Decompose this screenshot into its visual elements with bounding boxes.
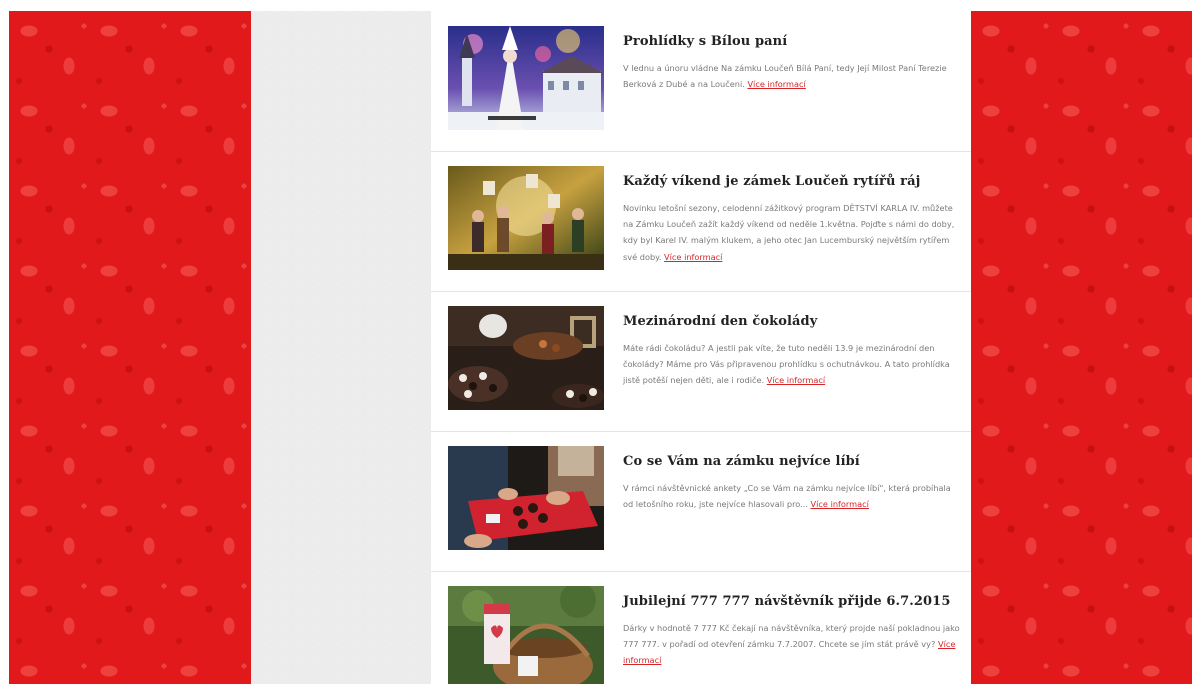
article-excerpt: V rámci návštěvnické ankety „Co se Vám n… xyxy=(623,480,961,512)
article-title: Každý víkend je zámek Loučeň rytířů ráj xyxy=(623,174,921,189)
news-article: Každý víkend je zámek Loučeň rytířů ráj … xyxy=(431,151,971,292)
news-article: Jubilejní 777 777 návštěvník přijde 6.7.… xyxy=(431,571,971,684)
article-thumbnail-knights[interactable] xyxy=(448,166,604,270)
news-list: Prohlídky s Bílou paní V lednu a únoru v… xyxy=(431,11,971,684)
article-thumbnail-gift-basket[interactable] xyxy=(448,586,604,684)
article-title: Mezinárodní den čokolády xyxy=(623,314,818,329)
news-article: Mezinárodní den čokolády Máte rádi čokol… xyxy=(431,291,971,432)
news-article: Co se Vám na zámku nejvíce líbí V rámci … xyxy=(431,431,971,572)
article-title: Prohlídky s Bílou paní xyxy=(623,34,788,49)
knights-photo-icon xyxy=(448,166,604,270)
article-excerpt: Máte rádi čokoládu? A jestli pak víte, ž… xyxy=(623,340,961,389)
gift-basket-photo-icon xyxy=(448,586,604,684)
article-thumbnail-white-lady[interactable] xyxy=(448,26,604,130)
left-damask-background xyxy=(9,11,251,684)
article-excerpt-text: V rámci návštěvnické ankety „Co se Vám n… xyxy=(623,483,951,510)
article-title: Jubilejní 777 777 návštěvník přijde 6.7.… xyxy=(623,594,951,609)
article-excerpt: Novinku letošní sezony, celodenní zážitk… xyxy=(623,200,961,265)
chocolate-photo-icon xyxy=(448,306,604,410)
more-info-link[interactable]: Více informací xyxy=(664,252,722,262)
more-info-link[interactable]: Více informací xyxy=(811,499,869,509)
article-title: Co se Vám na zámku nejvíce líbí xyxy=(623,454,860,469)
paper-texture-background xyxy=(251,11,431,684)
white-lady-photo-icon xyxy=(448,26,604,130)
article-thumbnail-chocolate[interactable] xyxy=(448,306,604,410)
page-frame: Prohlídky s Bílou paní V lednu a únoru v… xyxy=(9,11,1192,684)
article-excerpt: Dárky v hodnotě 7 777 Kč čekají na návšt… xyxy=(623,620,961,669)
article-excerpt: V lednu a únoru vládne Na zámku Loučeň B… xyxy=(623,60,961,92)
hands-tray-photo-icon xyxy=(448,446,604,550)
article-thumbnail-hands-tray[interactable] xyxy=(448,446,604,550)
more-info-link[interactable]: Více informací xyxy=(747,79,805,89)
right-damask-background xyxy=(971,11,1192,684)
news-article: Prohlídky s Bílou paní V lednu a únoru v… xyxy=(431,11,971,152)
more-info-link[interactable]: Více informací xyxy=(767,375,825,385)
article-excerpt-text: Dárky v hodnotě 7 777 Kč čekají na návšt… xyxy=(623,623,960,650)
